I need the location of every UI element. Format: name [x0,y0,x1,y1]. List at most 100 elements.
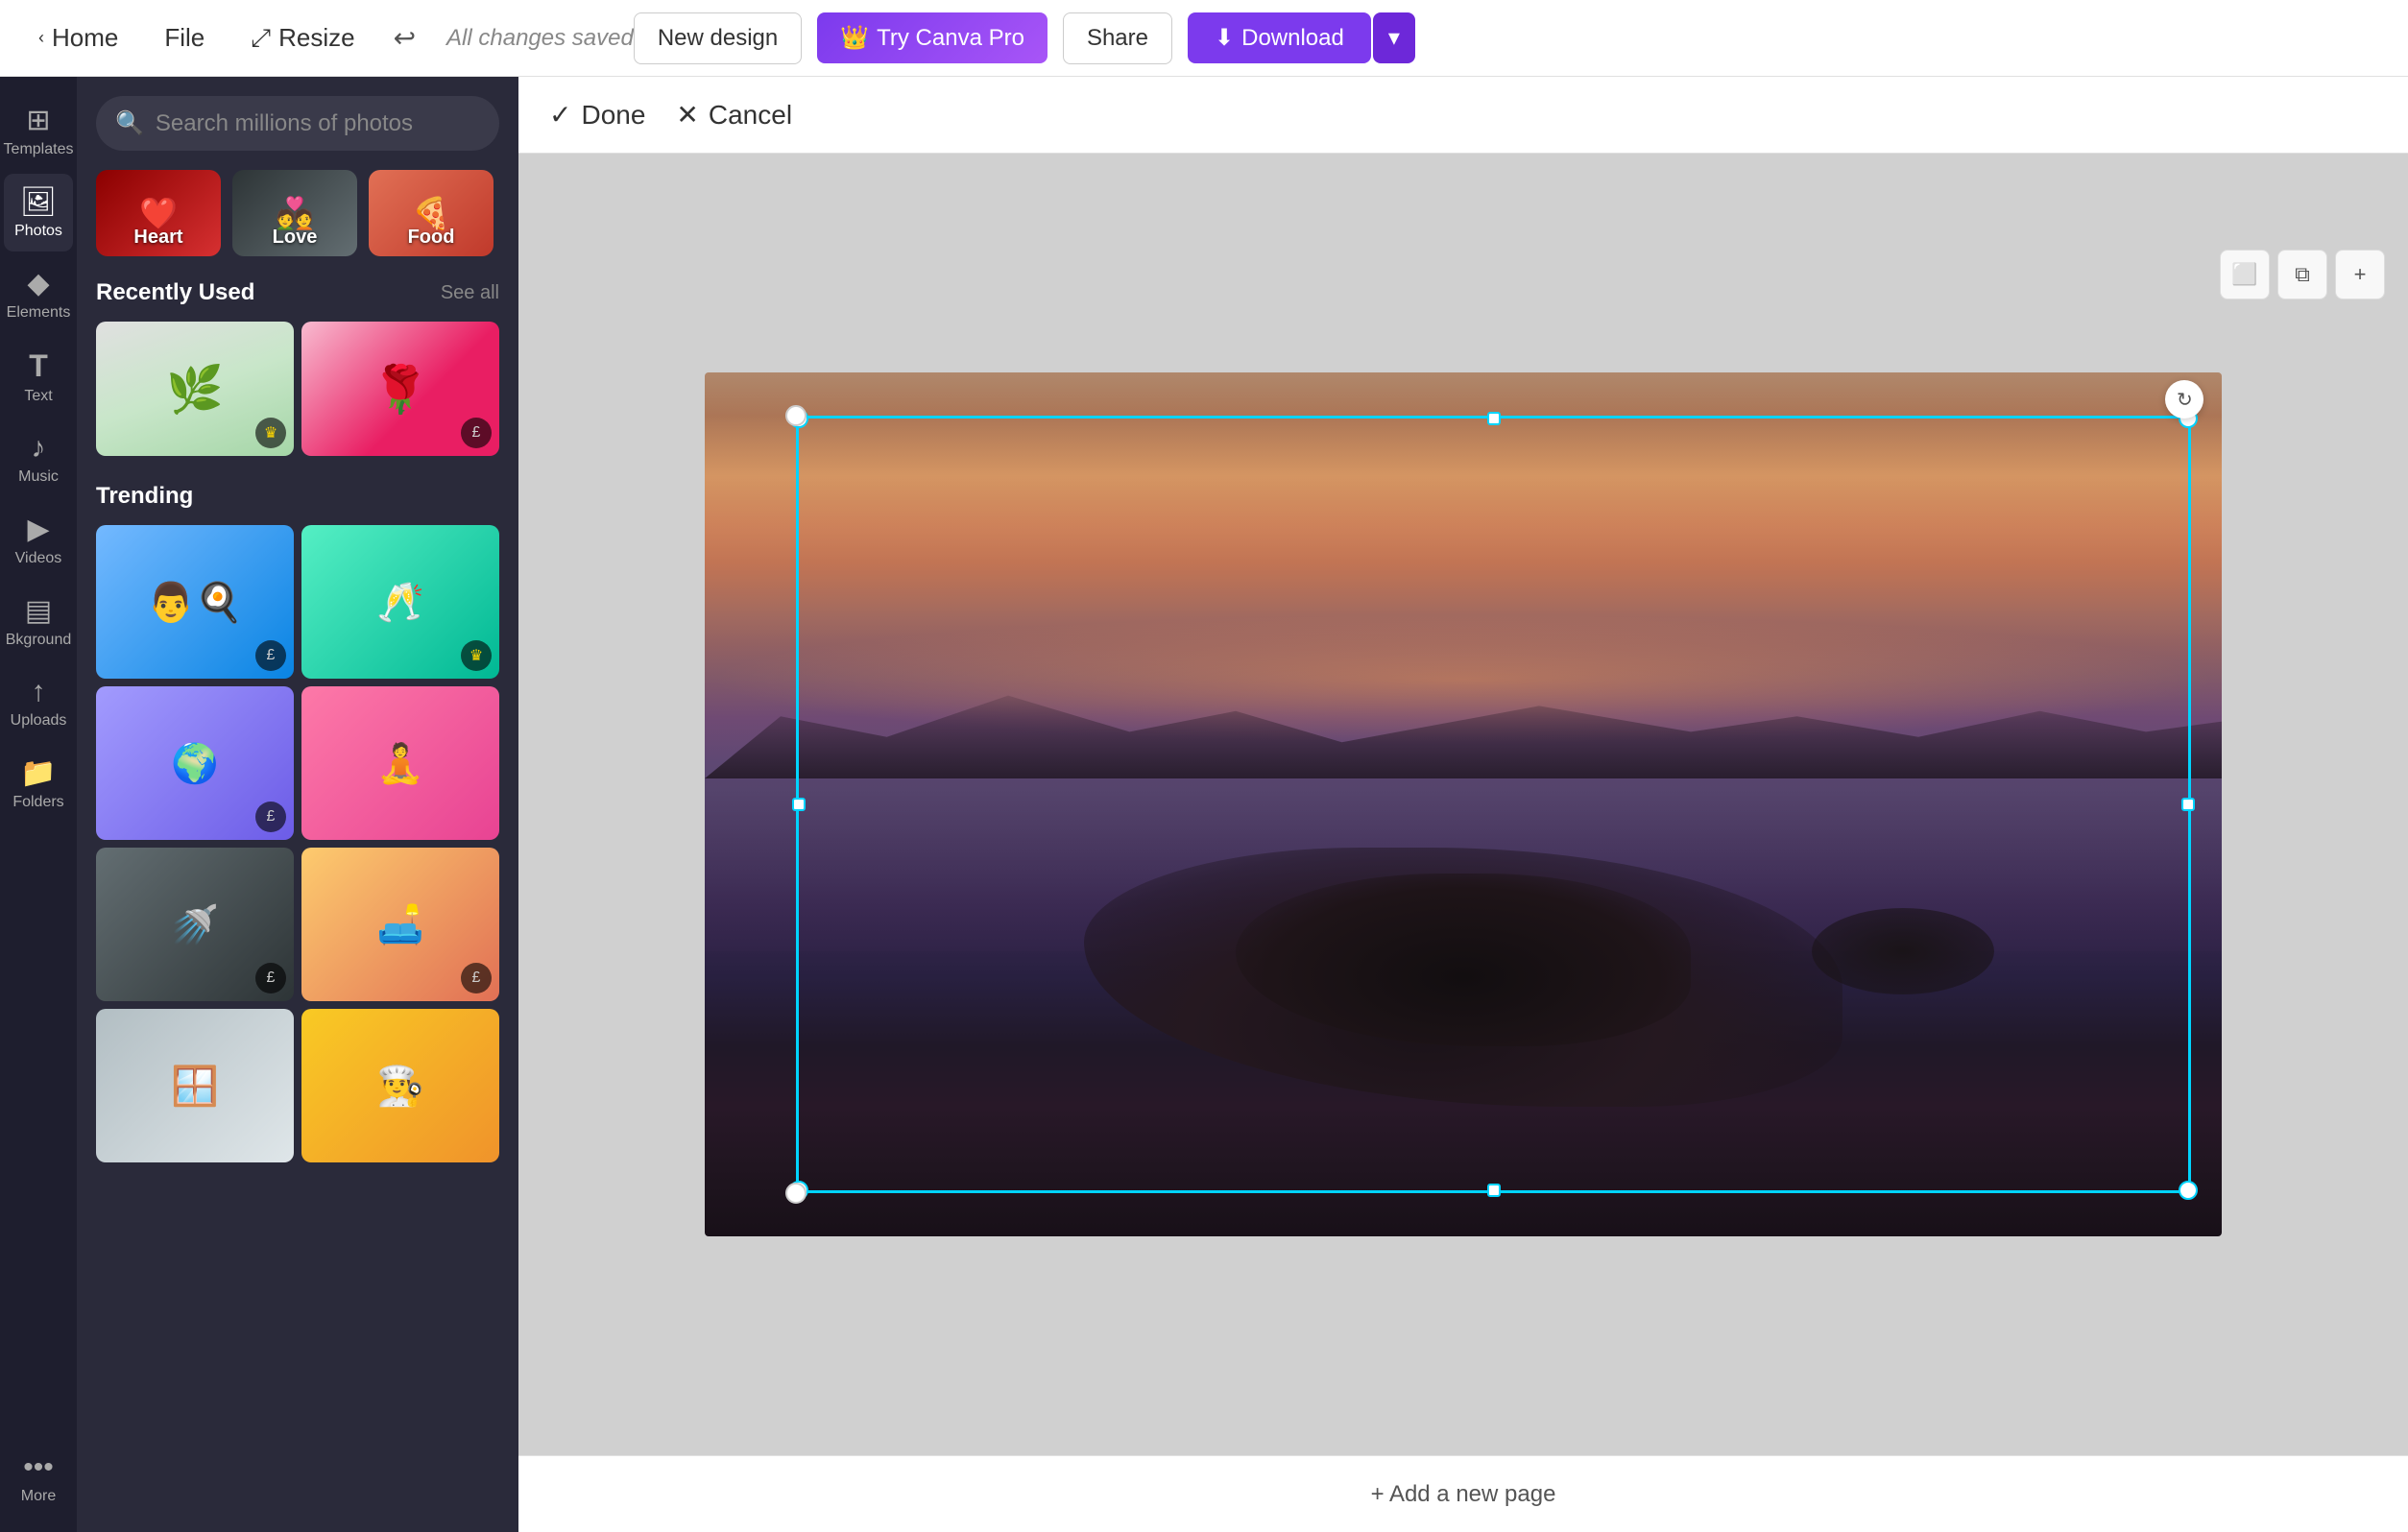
trending-photo-3[interactable]: 🌍 £ [96,686,294,840]
done-button[interactable]: ✓ Done [549,99,645,131]
canvas-toolbar: ⬜ ⧉ + [2220,250,2385,299]
resize-icon: ⤢ [251,23,271,54]
photos-panel: 🔍 ❤️ Heart 💑 Love 🍕 Food › Recently Used… [77,77,518,1532]
outer-handle-bottom-left[interactable] [785,1183,807,1204]
category-chip-food[interactable]: 🍕 Food [369,170,494,256]
see-all-link[interactable]: See all [441,282,499,304]
download-icon: ⬇ [1215,24,1234,52]
copy-icon: ⧉ [2295,262,2310,287]
home-label: Home [52,23,118,53]
category-chip-love[interactable]: 💑 Love [232,170,357,256]
trending-photo-7[interactable]: 🪟 [96,1009,294,1162]
category-scroll: ❤️ Heart 💑 Love 🍕 Food › [96,170,499,256]
sidebar-item-elements[interactable]: ◆ Elements [4,255,73,333]
crown-badge-1: ♛ [255,418,286,448]
crown-icon: ♛ [264,423,277,443]
sidebar-item-background[interactable]: ▤ Bkground [4,583,73,660]
chevron-left-icon: ‹ [38,28,44,48]
elements-icon: ◆ [27,267,49,300]
videos-icon: ▶ [27,513,49,546]
file-button[interactable]: File [149,15,220,60]
recently-used-grid: ♛ £ [96,322,499,456]
file-label: File [164,23,205,53]
trending-photo-8[interactable]: 👨‍🍳 [301,1009,499,1162]
chevron-down-icon: ▾ [1388,25,1400,51]
sidebar-item-photos[interactable]: 🖼 Photos [4,174,73,251]
text-icon: T [29,348,48,384]
frame-tool-button[interactable]: ⬜ [2220,250,2270,299]
canvas-workspace[interactable]: ⬜ ⧉ + [518,154,2408,1455]
pound-badge-t1: £ [255,640,286,671]
new-design-button[interactable]: New design [634,12,802,64]
sidebar-item-templates[interactable]: ⊞ Templates [4,92,73,170]
add-page-label: + Add a new page [1371,1481,1556,1508]
sidebar-item-folders[interactable]: 📁 Folders [4,745,73,823]
sidebar-item-music[interactable]: ♪ Music [4,420,73,497]
sidebar-item-uploads[interactable]: ↑ Uploads [4,664,73,741]
music-icon: ♪ [32,432,46,465]
crown-badge-t2: ♛ [461,640,492,671]
trending-grid: 👨🍳 £ 🥂 ♛ 🌍 £ 🧘 🚿 £ 🛋️ £ 🪟 👨‍🍳 [96,525,499,1162]
resize-button[interactable]: ⤢ Resize [235,15,370,61]
pound-badge-2: £ [461,418,492,448]
templates-icon: ⊞ [26,104,50,137]
search-input[interactable] [156,110,480,137]
x-icon: ✕ [676,99,698,131]
try-pro-label: Try Canva Pro [877,25,1024,52]
pound-icon: £ [472,424,481,442]
checkmark-icon: ✓ [549,99,571,131]
sidebar-item-more[interactable]: ••• More [4,1440,73,1517]
sidebar-item-label-background: Bkground [6,632,72,649]
photos-icon: 🖼 [20,185,57,219]
share-button[interactable]: Share [1063,12,1172,64]
chip-label-heart: Heart [96,219,221,256]
sidebar-item-label-photos: Photos [14,223,62,240]
trending-title: Trending [96,483,193,510]
folders-icon: 📁 [20,756,56,790]
sidebar-item-text[interactable]: T Text [4,337,73,417]
download-button[interactable]: ⬇ Download [1188,12,1371,63]
main-area: ✓ Done ✕ Cancel ⬜ ⧉ + [518,77,2408,1532]
done-label: Done [581,100,645,131]
trending-photo-6[interactable]: 🛋️ £ [301,848,499,1001]
crown-icon: 👑 [840,24,869,52]
sidebar-item-label-videos: Videos [15,550,62,567]
search-bar: 🔍 [96,96,499,151]
chip-label-love: Love [232,219,357,256]
action-bar: ✓ Done ✕ Cancel [518,77,2408,154]
sidebar-item-label-folders: Folders [12,794,63,811]
download-group: ⬇ Download ▾ [1188,12,1415,63]
recently-used-photo-2[interactable]: £ [301,322,499,456]
share-label: Share [1087,25,1148,51]
download-caret-button[interactable]: ▾ [1373,12,1415,63]
trending-photo-2[interactable]: 🥂 ♛ [301,525,499,679]
trending-photo-5[interactable]: 🚿 £ [96,848,294,1001]
add-tool-button[interactable]: + [2335,250,2385,299]
recently-used-photo-1[interactable]: ♛ [96,322,294,456]
copy-tool-button[interactable]: ⧉ [2277,250,2327,299]
background-icon: ▤ [25,594,52,628]
cancel-button[interactable]: ✕ Cancel [676,99,792,131]
search-icon: 🔍 [115,109,144,137]
nav-left: ‹ Home File ⤢ Resize ↩ All changes saved [23,14,634,61]
try-pro-button[interactable]: 👑 Try Canva Pro [817,12,1047,63]
cancel-label: Cancel [709,100,792,131]
more-icon: ••• [23,1451,54,1484]
outer-handle-top-left[interactable] [785,405,807,426]
home-button[interactable]: ‹ Home [23,15,133,60]
pound-badge-t5: £ [255,963,286,993]
recently-used-title: Recently Used [96,279,254,306]
sidebar-item-label-elements: Elements [7,304,71,322]
category-chip-heart[interactable]: ❤️ Heart [96,170,221,256]
sidebar-item-label-music: Music [18,468,59,486]
sidebar: ⊞ Templates 🖼 Photos ◆ Elements T Text ♪… [0,77,77,1532]
undo-button[interactable]: ↩ [386,14,423,61]
new-design-label: New design [658,25,778,51]
sidebar-item-label-text: Text [24,388,52,405]
sidebar-item-videos[interactable]: ▶ Videos [4,501,73,579]
trending-photo-1[interactable]: 👨🍳 £ [96,525,294,679]
chip-label-food: Food [369,219,494,256]
add-page-bar[interactable]: + Add a new page [518,1455,2408,1532]
trending-photo-4[interactable]: 🧘 [301,686,499,840]
sidebar-item-label-templates: Templates [4,141,74,158]
